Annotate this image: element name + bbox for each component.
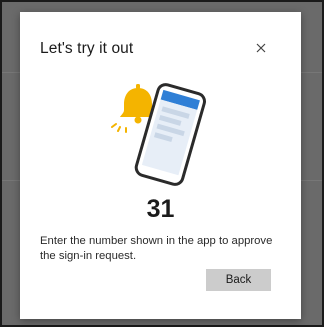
verification-number: 31 xyxy=(146,195,175,223)
close-button[interactable] xyxy=(252,39,270,57)
authenticator-dialog: Let's try it out 31 Enter the number sho… xyxy=(20,12,301,319)
instruction-text: Enter the number shown in the app to app… xyxy=(40,235,273,262)
close-icon xyxy=(256,43,266,53)
dialog-title: Let's try it out xyxy=(40,40,134,57)
phone-notification-bell-icon xyxy=(111,83,206,186)
back-button[interactable]: Back xyxy=(206,269,271,291)
